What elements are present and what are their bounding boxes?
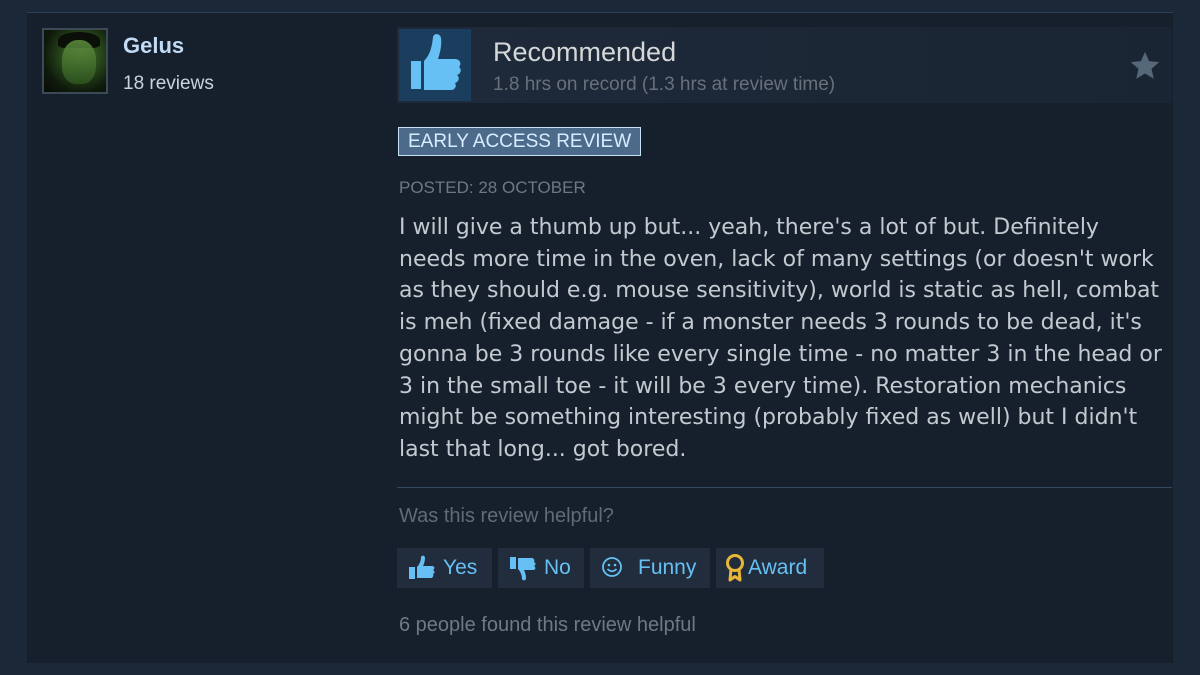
thumbs-down-icon bbox=[510, 557, 536, 581]
award-button[interactable]: Award bbox=[716, 548, 824, 588]
award-star-icon[interactable] bbox=[1128, 49, 1162, 83]
recommended-thumbs-up-icon bbox=[399, 29, 471, 101]
vote-yes-label: Yes bbox=[443, 556, 478, 579]
vote-funny-button[interactable]: Funny bbox=[590, 548, 710, 588]
helpful-count-text: 6 people found this review helpful bbox=[399, 614, 696, 636]
thumbs-up-icon bbox=[409, 555, 435, 579]
vote-no-button[interactable]: No bbox=[498, 548, 584, 588]
vote-funny-label: Funny bbox=[638, 556, 697, 579]
helpful-question: Was this review helpful? bbox=[399, 505, 614, 527]
username-link[interactable]: Gelus bbox=[123, 33, 184, 59]
smiley-icon bbox=[602, 557, 622, 577]
divider bbox=[397, 487, 1172, 488]
vote-no-label: No bbox=[544, 556, 571, 579]
review-card: Gelus 18 reviews Recommended 1.8 hrs on … bbox=[27, 12, 1173, 663]
vote-yes-button[interactable]: Yes bbox=[397, 548, 492, 588]
user-review-count-link[interactable]: 18 reviews bbox=[123, 73, 214, 95]
review-body-text: I will give a thumb up but... yeah, ther… bbox=[399, 215, 1162, 462]
early-access-badge: EARLY ACCESS REVIEW bbox=[398, 127, 642, 156]
review-header: Recommended 1.8 hrs on record (1.3 hrs a… bbox=[397, 27, 1172, 103]
avatar-face bbox=[62, 40, 96, 84]
review-verdict-title[interactable]: Recommended bbox=[493, 37, 676, 68]
posted-date: POSTED: 28 OCTOBER bbox=[399, 178, 586, 197]
hours-on-record: 1.8 hrs on record (1.3 hrs at review tim… bbox=[493, 74, 836, 95]
user-avatar[interactable] bbox=[42, 28, 108, 94]
award-label: Award bbox=[748, 556, 808, 579]
award-icon bbox=[726, 554, 744, 582]
